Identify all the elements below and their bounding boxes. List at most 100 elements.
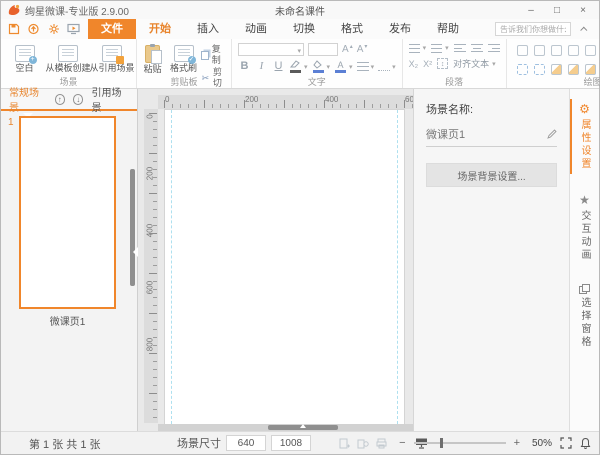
font-family-select[interactable]: ▾ (238, 43, 305, 56)
font-size-select[interactable] (308, 43, 339, 56)
chevron-down-icon[interactable]: ▾ (371, 63, 375, 71)
publish-icon[interactable] (27, 23, 40, 36)
chevron-down-icon[interactable]: ▾ (304, 63, 308, 71)
superscript-button[interactable]: X² (423, 59, 432, 69)
slide-page[interactable] (164, 109, 405, 425)
lock-object-icon[interactable] (533, 45, 545, 56)
chevron-down-icon[interactable]: ▾ (445, 44, 449, 52)
h-ruler-tick: 600 (405, 95, 413, 104)
tab-interactive-animation[interactable]: ★ 交互动画 (570, 190, 599, 265)
tab-normal-scenes[interactable]: 常规场景 (9, 84, 47, 114)
rotate-object-icon[interactable] (567, 45, 579, 56)
tab-home[interactable]: 开始 (136, 19, 184, 39)
align-text-button[interactable]: 对齐文本 (453, 57, 489, 70)
create-from-template-button[interactable]: 从模板创建 (46, 42, 91, 77)
duplicate-scene-icon[interactable] (357, 438, 369, 449)
move-scene-down-icon[interactable]: ↓ (73, 93, 84, 105)
zoom-slider-handle[interactable] (439, 438, 443, 448)
minimize-button[interactable]: – (525, 5, 537, 16)
app-logo-icon (8, 4, 20, 16)
from-reference-scene-button[interactable]: 从引用场景 (90, 42, 135, 77)
align-center-icon[interactable] (470, 43, 483, 53)
subscript-button[interactable]: X₂ (409, 59, 419, 69)
scene-height-input[interactable] (271, 435, 311, 451)
fit-to-window-icon[interactable] (560, 437, 572, 449)
text-direction-icon[interactable]: ↕ (437, 58, 449, 69)
bring-forward-icon[interactable] (516, 45, 528, 56)
close-button[interactable]: × (577, 5, 589, 16)
chevron-down-icon[interactable]: ▾ (423, 44, 427, 52)
line-spacing-icon[interactable] (356, 62, 369, 71)
align-left-icon[interactable] (453, 43, 466, 53)
quick-access-toolbar (1, 23, 88, 36)
template-icon (58, 45, 78, 62)
move-scene-up-icon[interactable]: ↑ (54, 93, 65, 105)
paragraph-spacing-icon[interactable] (431, 43, 443, 53)
italic-button[interactable]: I (255, 60, 268, 73)
tab-publish[interactable]: 发布 (376, 19, 424, 39)
tab-file[interactable]: 文件 (88, 19, 136, 39)
print-icon[interactable] (376, 438, 387, 449)
tab-insert[interactable]: 插入 (184, 19, 232, 39)
add-scene-icon[interactable] (339, 438, 350, 449)
zoom-percentage[interactable]: 50% (528, 438, 552, 449)
scene-size-label: 场景尺寸 (177, 438, 221, 450)
edit-pencil-icon[interactable] (547, 129, 557, 139)
settings-icon[interactable] (47, 23, 60, 36)
tab-help[interactable]: 帮助 (424, 19, 472, 39)
tab-animation[interactable]: 动画 (232, 19, 280, 39)
horizontal-scrollbar-thumb[interactable] (268, 424, 338, 430)
save-icon[interactable] (7, 23, 20, 36)
h-ruler-tick: 0 (165, 95, 170, 104)
chevron-down-icon[interactable]: ▾ (392, 63, 396, 71)
blank-scene-button[interactable]: + 空白 (3, 42, 46, 77)
chevron-down-icon[interactable]: ▾ (349, 63, 353, 71)
align-right-icon[interactable] (487, 43, 500, 53)
v-ruler-tick: 600 (145, 280, 155, 295)
underline-style-icon[interactable] (378, 62, 391, 71)
tab-format[interactable]: 格式 (328, 19, 376, 39)
select-objects-icon[interactable] (516, 64, 528, 75)
copy-button[interactable]: 复制 (200, 44, 229, 66)
grow-font-button[interactable]: A ▴ (342, 44, 353, 55)
zoom-slider[interactable] (413, 438, 506, 448)
main-area: 常规场景 ↑ ↓ 引用场景 1 微课页1 0 200 400 600 0 200 (1, 88, 599, 431)
sidebar-scrollbar[interactable] (130, 169, 135, 286)
bold-button[interactable]: B (238, 60, 251, 73)
highlight-color-button[interactable] (289, 60, 302, 73)
send-backward-icon[interactable] (550, 45, 562, 56)
multi-select-icon[interactable] (533, 64, 545, 75)
scene-name-value: 微课页1 (426, 129, 466, 141)
shape-fill-color-button[interactable] (312, 60, 325, 73)
app-window: 绚星微课-专业版 2.9.00 未命名课件 – □ × 文件 开始 插入 动画 (0, 0, 600, 455)
align-objects-icon[interactable] (550, 64, 562, 75)
tell-me-search-input[interactable] (495, 22, 571, 36)
distribute-objects-icon[interactable] (567, 64, 579, 75)
chevron-down-icon[interactable]: ▾ (492, 60, 496, 68)
title-bar: 绚星微课-专业版 2.9.00 未命名课件 – □ × (1, 1, 599, 19)
zoom-in-button[interactable]: + (514, 437, 520, 449)
font-color-button[interactable]: A (334, 60, 347, 73)
tab-transition[interactable]: 切换 (280, 19, 328, 39)
maximize-button[interactable]: □ (551, 5, 563, 16)
ribbon-group-clipboard: 粘贴 ✓ 格式刷 复制 ✂ 剪切 ↺ (137, 39, 233, 111)
underline-button[interactable]: U (272, 60, 285, 73)
scene-thumbnail[interactable] (19, 116, 116, 309)
h-ruler-tick: 400 (325, 95, 339, 104)
scene-name-field[interactable]: 微课页1 (426, 126, 557, 147)
horizontal-scrollbar[interactable] (158, 424, 413, 431)
scene-background-settings-button[interactable]: 场景背景设置... (426, 163, 557, 187)
tab-property-settings[interactable]: ⚙ 属性设置 (570, 99, 599, 174)
collapse-ribbon-icon[interactable] (575, 22, 593, 36)
chevron-down-icon[interactable]: ▾ (327, 63, 331, 71)
notification-bell-icon[interactable] (580, 437, 591, 449)
zoom-out-button[interactable]: − (399, 437, 405, 449)
merge-shapes-icon[interactable] (584, 64, 596, 75)
shrink-font-button[interactable]: A ▾ (357, 44, 368, 55)
bullet-list-icon[interactable] (408, 43, 420, 53)
group-objects-icon[interactable] (584, 45, 596, 56)
scene-width-input[interactable] (226, 435, 266, 451)
tab-selection-pane[interactable]: 选择窗格 (570, 281, 599, 352)
preview-icon[interactable] (67, 23, 80, 36)
tab-reference-scenes[interactable]: 引用场景 (91, 84, 129, 114)
